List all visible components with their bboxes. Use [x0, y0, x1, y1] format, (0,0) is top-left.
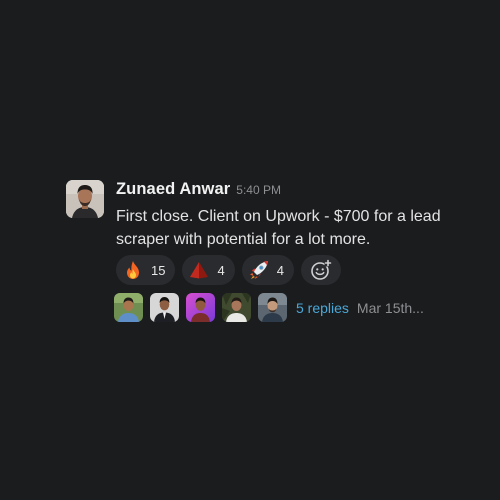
author-name[interactable]: Zunaed Anwar: [116, 180, 230, 199]
reply-avatar: [186, 293, 215, 322]
reply-avatar: [114, 293, 143, 322]
author-avatar[interactable]: [66, 180, 104, 218]
fire-emoji-icon: [123, 260, 143, 280]
message-header: Zunaed Anwar 5:40 PM: [116, 180, 486, 202]
reaction-count: 15: [151, 262, 166, 278]
add-emoji-icon: [311, 259, 332, 280]
thread-summary[interactable]: 5 replies Mar 15th...: [114, 293, 424, 322]
reply-avatar: [222, 293, 251, 322]
reply-avatar: [258, 293, 287, 322]
avatar-photo-icon: [66, 180, 104, 218]
reaction-fire[interactable]: 15: [116, 255, 176, 285]
message-text: First close. Client on Upwork - $700 for…: [116, 208, 441, 248]
reaction-red-pyramid[interactable]: 4: [182, 255, 235, 285]
slack-message-view: Zunaed Anwar 5:40 PM First close. Client…: [0, 0, 500, 500]
add-reaction-button[interactable]: [300, 255, 341, 285]
replies-count-link[interactable]: 5 replies: [296, 300, 349, 316]
reactions-bar: 15 4 4: [116, 255, 341, 285]
message-body: Zunaed Anwar 5:40 PM First close. Client…: [116, 180, 486, 251]
rocket-emoji-icon: [249, 260, 269, 280]
message-timestamp[interactable]: 5:40 PM: [236, 183, 281, 197]
reply-avatar: [150, 293, 179, 322]
red-pyramid-emoji-icon: [189, 260, 209, 280]
last-reply-date: Mar 15th...: [356, 299, 424, 316]
reaction-count: 4: [217, 262, 225, 278]
reaction-rocket[interactable]: 4: [241, 255, 294, 285]
reaction-count: 4: [276, 262, 284, 278]
